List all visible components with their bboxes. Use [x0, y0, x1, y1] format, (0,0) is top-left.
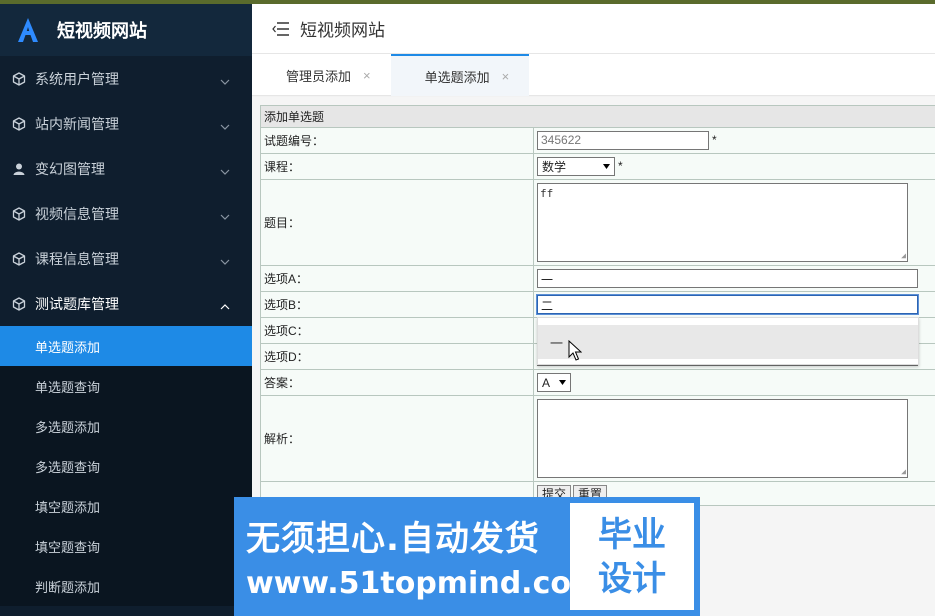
close-icon[interactable]: × — [502, 69, 510, 84]
header-title: 短视频网站 — [300, 21, 385, 40]
dropdown-arrow-icon — [603, 164, 610, 169]
option-c-label: 选项C： — [260, 317, 534, 344]
sidebar-menu-5[interactable]: 测试题库管理 — [0, 281, 252, 326]
sidebar-menu-label: 视频信息管理 — [35, 205, 119, 222]
question-text: ff — [540, 187, 554, 200]
chevron-up-icon — [220, 299, 230, 309]
resize-handle-icon[interactable]: ◢ — [901, 251, 906, 260]
sidebar-menu-label: 站内新闻管理 — [35, 115, 119, 132]
sidebar-menu-label: 变幻图管理 — [35, 160, 105, 177]
option-b-label: 选项B： — [260, 291, 534, 318]
answer-label: 答案： — [260, 369, 534, 396]
question-label: 题目： — [260, 179, 534, 266]
tab-label: 管理员添加 — [286, 68, 352, 84]
cube-icon — [12, 251, 26, 266]
cube-icon — [12, 71, 26, 86]
watermark-url: www.51topmind.com — [246, 566, 603, 601]
watermark-badge: 毕业 设计 — [570, 503, 694, 610]
option-a-label: 选项A： — [260, 265, 534, 292]
logo-icon — [16, 17, 40, 43]
tab-admin-add[interactable]: 管理员添加 × — [252, 54, 391, 96]
watermark-slogan: 无须担心.自动发货 — [246, 519, 540, 559]
required-mark: * — [618, 158, 623, 173]
sidebar-menu-label: 系统用户管理 — [35, 70, 119, 87]
user-icon — [12, 162, 26, 176]
cube-icon — [12, 116, 26, 131]
sidebar-subitem-1[interactable]: 单选题查询 — [0, 366, 252, 406]
option-b-input[interactable]: 二 — [536, 294, 919, 315]
sidebar: 短视频网站 系统用户管理 站内新闻管理 变幻图管理视频信息管理 课程信息管理 测试题库管… — [0, 4, 252, 616]
sidebar-subitem-4[interactable]: 填空题添加 — [0, 486, 252, 526]
sidebar-subitem-3[interactable]: 多选题查询 — [0, 446, 252, 486]
question-id-input[interactable]: 345622 — [537, 131, 709, 150]
chevron-down-icon — [220, 164, 230, 175]
course-select[interactable]: 数学 — [537, 157, 615, 176]
dropdown-arrow-icon — [559, 380, 566, 385]
app-title: 短视频网站 — [57, 21, 147, 41]
resize-handle-icon[interactable]: ◢ — [901, 467, 906, 476]
tab-bar: 管理员添加 × 单选题添加 × — [252, 54, 935, 96]
sidebar-subitem-5[interactable]: 填空题查询 — [0, 526, 252, 566]
chevron-down-icon — [220, 119, 230, 130]
answer-select[interactable]: A — [537, 373, 571, 392]
sidebar-menu-2[interactable]: 变幻图管理 — [0, 146, 252, 191]
cube-icon — [12, 206, 26, 221]
brand[interactable]: 短视频网站 — [0, 4, 252, 56]
course-value: 数学 — [542, 160, 567, 174]
sidebar-subitem-6[interactable]: 判断题添加 — [0, 566, 252, 606]
watermark-banner: 无须担心.自动发货 www.51topmind.com 毕业 设计 — [234, 497, 700, 616]
mouse-cursor-icon — [568, 340, 582, 361]
chevron-down-icon — [220, 74, 230, 85]
sidebar-subitem-0[interactable]: 单选题添加 — [0, 326, 252, 366]
chevron-down-icon — [220, 209, 230, 220]
chevron-down-icon — [220, 254, 230, 265]
id-label: 试题编号： — [260, 127, 534, 154]
sidebar-menu-label: 测试题库管理 — [35, 295, 119, 312]
question-textarea[interactable]: ff ◢ — [537, 183, 908, 262]
autocomplete-dropdown: 一 — [537, 317, 919, 365]
top-header: 短视频网站 — [252, 4, 935, 54]
tab-label: 单选题添加 — [424, 69, 490, 85]
autocomplete-option[interactable]: 一 — [538, 325, 918, 359]
course-label: 课程： — [260, 153, 534, 180]
analysis-textarea[interactable]: ◢ — [537, 399, 908, 478]
sidebar-menu-3[interactable]: 视频信息管理 — [0, 191, 252, 236]
required-mark: * — [712, 132, 717, 147]
analysis-label: 解析： — [260, 395, 534, 482]
sidebar-subitem-2[interactable]: 多选题添加 — [0, 406, 252, 446]
sidebar-submenu: 单选题添加 单选题查询 多选题添加 多选题查询 填空题添加 填空题查询 判断题添加 — [0, 326, 252, 606]
watermark-badge-line1: 毕业 — [598, 514, 666, 555]
option-d-label: 选项D： — [260, 343, 534, 370]
sidebar-menu-4[interactable]: 课程信息管理 — [0, 236, 252, 281]
cube-icon — [12, 296, 26, 311]
question-form: 添加单选题 试题编号： 345622 * 课程： 数学 * 题目： ff ◢ 选… — [260, 105, 935, 506]
close-icon[interactable]: × — [363, 68, 371, 83]
sidebar-menu-1[interactable]: 站内新闻管理 — [0, 101, 252, 146]
sidebar-menu-label: 课程信息管理 — [35, 250, 119, 267]
sidebar-menu-0[interactable]: 系统用户管理 — [0, 56, 252, 101]
answer-value: A — [542, 375, 551, 390]
menu-toggle-icon[interactable] — [272, 21, 290, 36]
watermark-badge-line2: 设计 — [598, 558, 666, 599]
tab-single-choice-add[interactable]: 单选题添加 × — [390, 54, 530, 96]
form-caption: 添加单选题 — [260, 105, 935, 128]
option-a-input[interactable]: 一 — [537, 269, 918, 288]
